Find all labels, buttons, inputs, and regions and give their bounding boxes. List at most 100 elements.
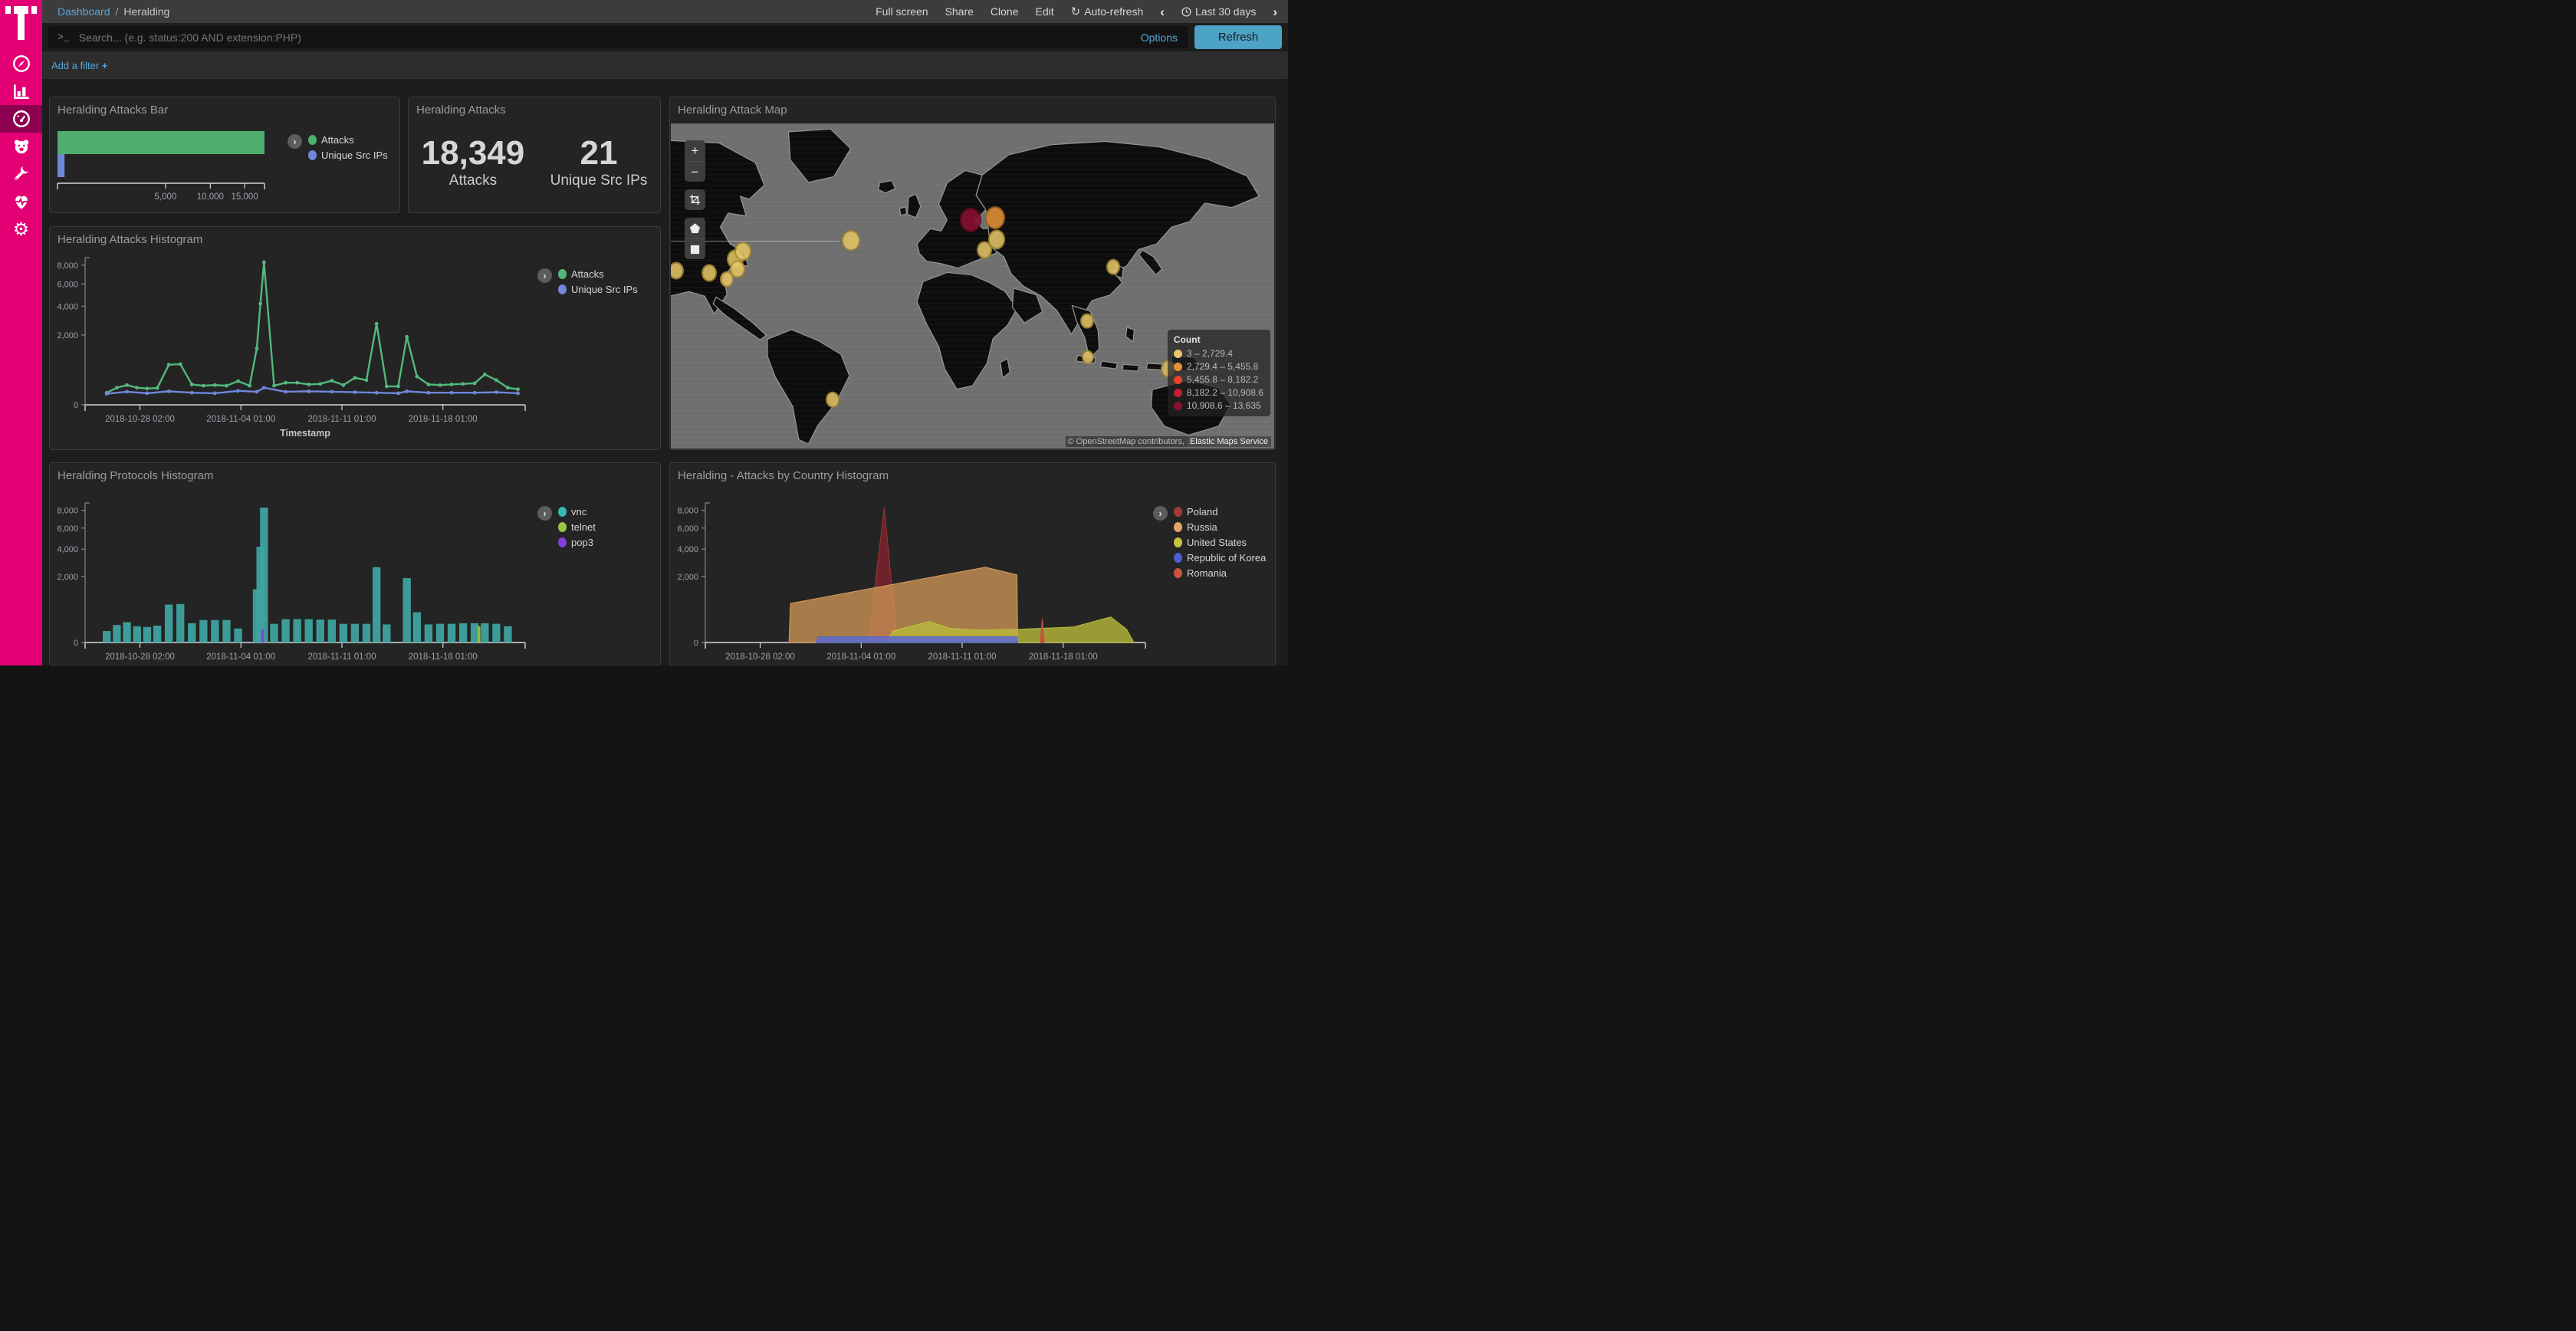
map-fit-data-button[interactable] — [685, 189, 705, 210]
attack-dot-thailand[interactable] — [1080, 313, 1094, 329]
t-mobile-logo[interactable] — [5, 6, 37, 41]
legend-color-dot — [558, 522, 567, 532]
legend-label: pop3 — [571, 537, 593, 548]
metric-unique-src-ips: 21 Unique Src IPs — [550, 136, 648, 189]
breadcrumb-dashboard-link[interactable]: Dashboard — [58, 5, 110, 18]
map-legend-label: 2,729.4 – 5,455.8 — [1187, 361, 1258, 372]
legend-label: United States — [1187, 537, 1247, 548]
time-next-button[interactable]: › — [1273, 5, 1277, 18]
legend-color-dot — [558, 269, 567, 279]
attack-dot-south-korea[interactable] — [1106, 259, 1120, 275]
legend-toggle-icon[interactable]: › — [537, 268, 552, 283]
legend-item-romania[interactable]: Romania — [1174, 567, 1266, 579]
svg-text:0: 0 — [74, 401, 78, 410]
legend-item-pop3[interactable]: pop3 — [558, 537, 596, 548]
svg-text:2018-11-11 01:00: 2018-11-11 01:00 — [928, 652, 996, 662]
map-legend-dot — [1174, 389, 1182, 397]
svg-text:4,000: 4,000 — [57, 545, 78, 554]
legend-toggle-icon[interactable]: › — [288, 134, 302, 149]
svg-text:8,000: 8,000 — [677, 507, 698, 516]
legend-color-dot — [558, 284, 567, 294]
legend-label: Russia — [1187, 521, 1217, 533]
sidebar-item-devtools[interactable] — [0, 160, 42, 188]
legend-item-russia[interactable]: Russia — [1174, 521, 1266, 533]
ems-attribution[interactable]: Elastic Maps Service — [1187, 436, 1271, 447]
legend-item-unique-src-ips[interactable]: Unique Src IPs — [308, 150, 388, 161]
panel-protocols-histogram: Heralding Protocols Histogram 02,0004,00… — [49, 462, 661, 666]
time-prev-button[interactable]: ‹ — [1160, 5, 1165, 18]
legend-color-dot — [1174, 553, 1182, 563]
attack-dot-poland[interactable] — [960, 208, 981, 232]
options-link[interactable]: Options — [1141, 31, 1178, 44]
map-legend-row: 8,182.2 – 10,908.6 — [1174, 387, 1263, 398]
map-legend-dot — [1174, 363, 1182, 371]
edit-button[interactable]: Edit — [1036, 5, 1054, 18]
auto-refresh-button[interactable]: ↻ Auto-refresh — [1071, 5, 1144, 18]
protocols-histogram-chart[interactable]: 02,0004,0006,0008,0002018-10-28 02:00201… — [50, 463, 660, 665]
polygon-icon — [689, 222, 701, 234]
search-row: >_ Options Refresh — [42, 23, 1288, 51]
legend-item-poland[interactable]: Poland — [1174, 506, 1266, 518]
legend-toggle-icon[interactable]: › — [1153, 506, 1168, 521]
sidebar-item-visualize[interactable] — [0, 77, 42, 105]
refresh-button[interactable]: Refresh — [1194, 25, 1282, 49]
add-filter-button[interactable]: Add a filter + — [51, 60, 107, 71]
attack-dot-brazil[interactable] — [826, 392, 840, 408]
svg-text:10,000: 10,000 — [197, 192, 224, 202]
share-button[interactable]: Share — [945, 5, 974, 18]
attacks-histogram-svg: 02,0004,0006,0008,0002018-10-28 02:00201… — [50, 227, 660, 449]
attack-dot-romania[interactable] — [977, 242, 992, 259]
attack-dot-russia[interactable] — [985, 206, 1005, 229]
map-attribution: © OpenStreetMap contributors,Elastic Map… — [1066, 437, 1272, 446]
osm-attribution[interactable]: © OpenStreetMap contributors, — [1066, 436, 1187, 447]
attack-dot-western-europe[interactable] — [842, 230, 860, 251]
metric-label: Unique Src IPs — [550, 173, 648, 189]
legend-item-united-states[interactable]: United States — [1174, 537, 1266, 548]
map-legend-row: 3 – 2,729.4 — [1174, 348, 1263, 359]
nav-menu: Full screen Share Clone Edit ↻ Auto-refr… — [876, 5, 1277, 18]
legend-item-republic-of-korea[interactable]: Republic of Korea — [1174, 552, 1266, 564]
map-draw-polygon-button[interactable] — [685, 218, 705, 238]
attacks-histogram-chart[interactable]: 02,0004,0006,0008,0002018-10-28 02:00201… — [50, 227, 660, 449]
time-range-button[interactable]: Last 30 days — [1181, 5, 1256, 18]
sidebar-item-bear[interactable] — [0, 133, 42, 160]
svg-text:15,000: 15,000 — [232, 192, 258, 202]
legend-item-attacks[interactable]: Attacks — [558, 268, 638, 280]
full-screen-button[interactable]: Full screen — [876, 5, 928, 18]
map-legend-row: 2,729.4 – 5,455.8 — [1174, 361, 1263, 372]
map-zoom-out-button[interactable]: − — [685, 161, 705, 182]
world-map[interactable]: + − Count 3 – 2,729.42,729.4 – 5,455.85,… — [671, 123, 1274, 449]
metric-body: 18,349 Attacks 21 Unique Src IPs — [409, 124, 660, 201]
sidebar-item-discover[interactable] — [0, 50, 42, 77]
protocols-histogram-svg: 02,0004,0006,0008,0002018-10-28 02:00201… — [50, 463, 660, 665]
sidebar-item-dashboard[interactable] — [0, 105, 42, 133]
legend-item-attacks[interactable]: Attacks — [308, 134, 388, 146]
svg-text:2018-11-11 01:00: 2018-11-11 01:00 — [307, 652, 376, 662]
panel-title: Heralding Attack Map — [670, 97, 1275, 118]
sidebar-item-management[interactable]: ⚙ — [0, 215, 42, 243]
breadcrumb: Dashboard / Heralding — [58, 5, 169, 18]
attack-dot-us-central[interactable] — [702, 265, 717, 282]
search-input[interactable] — [77, 31, 1141, 44]
clone-button[interactable]: Clone — [991, 5, 1019, 18]
map-legend-label: 3 – 2,729.4 — [1187, 348, 1233, 359]
legend-item-telnet[interactable]: telnet — [558, 521, 596, 533]
legend-item-vnc[interactable]: vnc — [558, 506, 596, 518]
sidebar-item-monitoring[interactable] — [0, 188, 42, 215]
legend-item-unique-src-ips[interactable]: Unique Src IPs — [558, 284, 638, 295]
svg-text:5,000: 5,000 — [155, 192, 177, 202]
legend-color-dot — [1174, 537, 1182, 547]
legend-label: Romania — [1187, 567, 1227, 579]
attack-dot-us-east[interactable] — [730, 261, 745, 278]
map-draw-rectangle-button[interactable] — [685, 238, 705, 259]
map-legend-title: Count — [1174, 334, 1263, 345]
legend-color-dot — [1174, 507, 1182, 517]
svg-text:8,000: 8,000 — [57, 261, 78, 271]
refresh-cycle-icon: ↻ — [1071, 5, 1081, 18]
legend-toggle-icon[interactable]: › — [537, 506, 552, 521]
panel-attacks-metric: Heralding Attacks 18,349 Attacks 21 Uniq… — [408, 97, 661, 213]
legend-label: vnc — [571, 506, 586, 518]
chart-legend: › Attacks Unique Src IPs — [537, 268, 638, 295]
map-zoom-in-button[interactable]: + — [685, 140, 705, 161]
legend-label: Republic of Korea — [1187, 552, 1266, 564]
